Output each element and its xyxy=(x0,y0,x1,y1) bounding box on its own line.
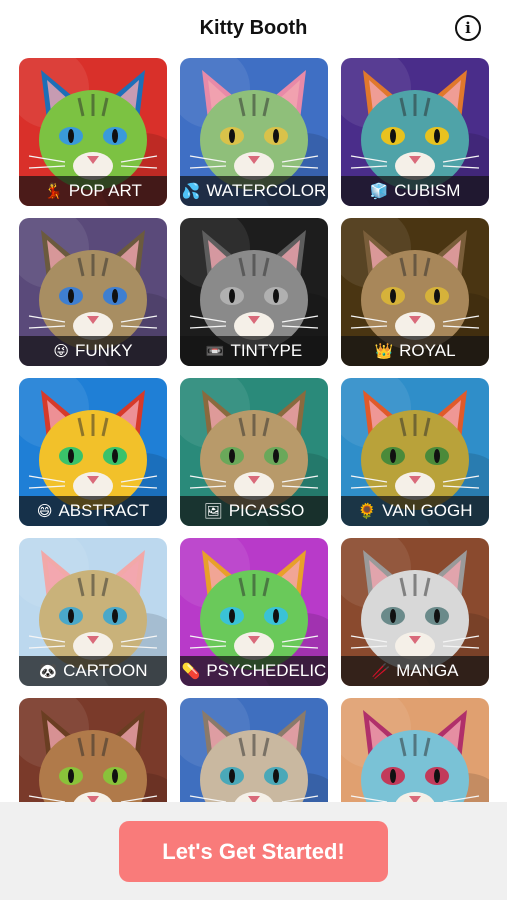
style-tile-van-gogh[interactable]: 🌻 VAN GOGH xyxy=(341,378,489,526)
style-tile-abstract[interactable]: 😄 ABSTRACT xyxy=(19,378,167,526)
style-label-text: WATERCOLOR xyxy=(206,181,327,200)
style-label: 🥢 MANGA xyxy=(341,656,489,686)
style-label: 💃 POP ART xyxy=(19,176,167,206)
style-emoji-icon: 😜 xyxy=(53,342,69,360)
style-label: 😄 ABSTRACT xyxy=(19,496,167,526)
style-label-text: ROYAL xyxy=(399,341,456,360)
style-label: 📼 TINTYPE xyxy=(180,336,328,366)
cat-portrait-image xyxy=(19,698,167,802)
style-label-text: CUBISM xyxy=(394,181,461,200)
style-label: 💊 PSYCHEDELIC xyxy=(180,656,328,686)
style-label: 🖼 PICASSO xyxy=(180,496,328,526)
style-emoji-icon: 🧊 xyxy=(369,182,389,200)
style-emoji-icon: 📼 xyxy=(205,342,225,360)
style-label: 🐼 CARTOON xyxy=(19,656,167,686)
info-icon[interactable]: i xyxy=(455,15,481,41)
style-emoji-icon: 🐼 xyxy=(38,662,58,680)
style-label: 😜 FUNKY xyxy=(19,336,167,366)
style-emoji-icon: 👑 xyxy=(374,342,394,360)
style-label: 🧊 CUBISM xyxy=(341,176,489,206)
app-title: Kitty Booth xyxy=(199,16,308,39)
style-label-text: ABSTRACT xyxy=(58,501,150,520)
style-tile-psychedelic[interactable]: 💊 PSYCHEDELIC xyxy=(180,538,328,686)
style-tile-watercolor[interactable]: 💦 WATERCOLOR xyxy=(180,58,328,206)
style-tile-funky[interactable]: 😜 FUNKY xyxy=(19,218,167,366)
style-tile-picasso[interactable]: 🖼 PICASSO xyxy=(180,378,328,526)
style-label-text: PICASSO xyxy=(228,501,305,520)
style-tile-style-14[interactable] xyxy=(180,698,328,802)
style-tile-cartoon[interactable]: 🐼 CARTOON xyxy=(19,538,167,686)
style-emoji-icon: 💃 xyxy=(44,182,63,200)
style-label-text: VAN GOGH xyxy=(382,501,473,520)
style-label-text: TINTYPE xyxy=(230,341,303,360)
footer-bar: Let's Get Started! xyxy=(0,802,507,900)
style-tile-style-15[interactable] xyxy=(341,698,489,802)
style-label: 🌻 VAN GOGH xyxy=(341,496,489,526)
style-tile-pop-art[interactable]: 💃 POP ART xyxy=(19,58,167,206)
cat-portrait-image xyxy=(341,698,489,802)
style-tile-tintype[interactable]: 📼 TINTYPE xyxy=(180,218,328,366)
style-emoji-icon: 😄 xyxy=(36,502,53,520)
style-tile-royal[interactable]: 👑 ROYAL xyxy=(341,218,489,366)
style-tile-style-13[interactable] xyxy=(19,698,167,802)
style-label-text: POP ART xyxy=(68,181,142,200)
style-label: 💦 WATERCOLOR xyxy=(180,176,328,206)
style-tile-cubism[interactable]: 🧊 CUBISM xyxy=(341,58,489,206)
style-tile-manga[interactable]: 🥢 MANGA xyxy=(341,538,489,686)
style-emoji-icon: 🌻 xyxy=(357,502,377,520)
style-emoji-icon: 🥢 xyxy=(371,662,391,680)
get-started-button[interactable]: Let's Get Started! xyxy=(119,821,388,882)
style-label-text: FUNKY xyxy=(75,341,133,360)
cat-portrait-image xyxy=(180,698,328,802)
style-emoji-icon: 💦 xyxy=(181,182,201,200)
style-emoji-icon: 💊 xyxy=(181,662,201,680)
style-emoji-icon: 🖼 xyxy=(203,502,223,520)
app-header: Kitty Booth i xyxy=(0,0,507,56)
style-grid: 💃 POP ART 💦 WATERCOLOR 🧊 CUBISM 😜 FUNKY 📼 TINTYPE… xyxy=(19,58,489,802)
style-label-text: PSYCHEDELIC xyxy=(206,661,327,680)
style-label-text: MANGA xyxy=(396,661,459,680)
style-label-text: CARTOON xyxy=(63,661,148,680)
style-label: 👑 ROYAL xyxy=(341,336,489,366)
